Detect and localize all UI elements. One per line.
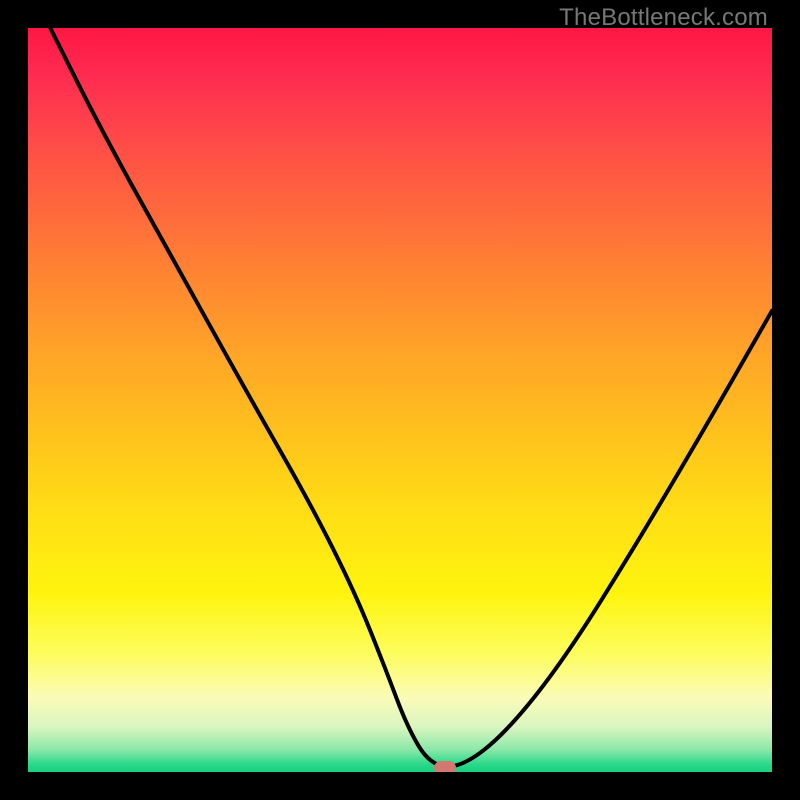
chart-frame: TheBottleneck.com <box>0 0 800 800</box>
optimum-marker <box>434 761 456 772</box>
plot-area <box>28 28 772 772</box>
watermark-label: TheBottleneck.com <box>559 4 768 32</box>
bottleneck-curve <box>28 28 772 772</box>
